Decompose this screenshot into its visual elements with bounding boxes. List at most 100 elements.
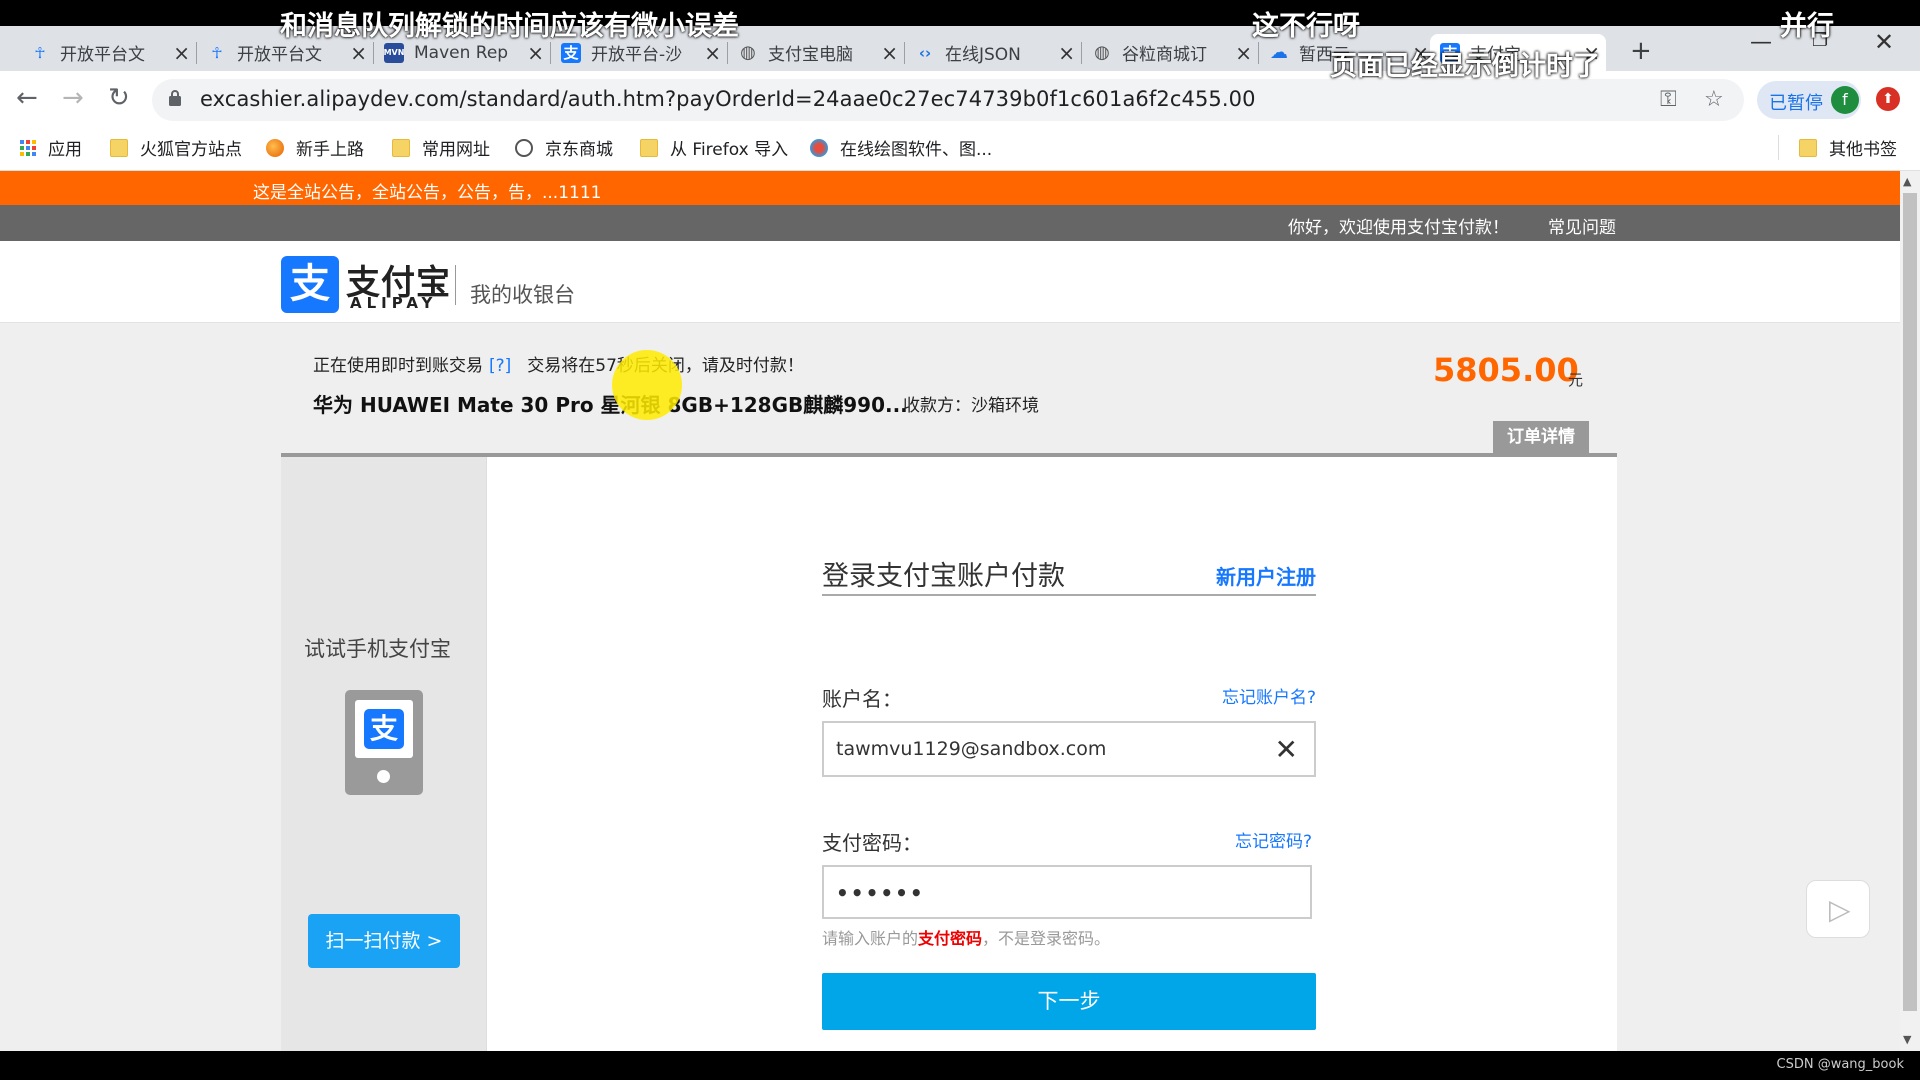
bookmark-item[interactable]: 火狐官方站点 xyxy=(110,135,242,160)
caption: 页面已经显示倒计时了 xyxy=(1330,51,1600,82)
extension-icon[interactable]: ⬆ xyxy=(1876,87,1900,111)
bookmark-other[interactable]: 其他书签 xyxy=(1778,135,1897,160)
bookmark-label: 京东商城 xyxy=(545,140,613,160)
scroll-down-icon[interactable]: ▼ xyxy=(1903,1033,1911,1046)
close-icon[interactable]: × xyxy=(704,41,721,65)
scrollbar-thumb[interactable] xyxy=(1903,193,1917,1011)
browser-tab[interactable]: ◍ 谷粒商城订 × xyxy=(1082,34,1259,71)
order-notice: 正在使用即时到账交易[?]交易将在57秒后关闭，请及时付款！ xyxy=(313,351,804,376)
alipay-icon: 支 xyxy=(364,709,404,749)
bookmark-item[interactable]: 新手上路 xyxy=(266,135,364,160)
bookmark-item[interactable]: 京东商城 xyxy=(515,135,613,160)
clear-icon[interactable]: ✕ xyxy=(1275,733,1298,766)
browser-tab[interactable]: ‹› 在线JSON × xyxy=(905,34,1082,71)
star-icon[interactable]: ☆ xyxy=(1704,87,1724,112)
tab-label: 支付宝电脑 xyxy=(768,45,853,65)
robot-icon: ☥ xyxy=(211,43,223,62)
globe-icon xyxy=(515,138,533,157)
key-icon[interactable]: ⚿ xyxy=(1660,87,1677,112)
product-name: 华为 HUAWEI Mate 30 Pro 星河银 8GB+128GB麒麟990… xyxy=(313,393,908,417)
password-input[interactable] xyxy=(836,867,1256,919)
browser-tab[interactable]: ◍ 支付宝电脑 × xyxy=(728,34,905,71)
announcement-text: 这是全站公告，全站公告，公告，告，...1111 xyxy=(253,183,602,203)
bookmarks-bar: 应用 火狐官方站点 新手上路 常用网址 京东商城 从 Firefox 导入 在线… xyxy=(0,127,1920,171)
minimize-icon[interactable]: — xyxy=(1750,30,1772,55)
mobile-pay-sidebar: 试试手机支付宝 支 扫一扫付款 > xyxy=(281,457,487,1051)
bookmark-apps[interactable]: 应用 xyxy=(20,135,82,160)
folder-icon xyxy=(640,138,658,157)
bookmark-label: 新手上路 xyxy=(296,140,364,160)
scan-pay-button[interactable]: 扫一扫付款 > xyxy=(308,914,460,968)
page-header: 支 支付宝 ALIPAY 我的收银台 xyxy=(0,241,1900,323)
new-tab-icon[interactable]: + xyxy=(1620,32,1662,69)
next-step-button[interactable]: 下一步 xyxy=(822,973,1316,1030)
cloud-icon: ☁ xyxy=(1270,42,1288,63)
close-icon[interactable]: × xyxy=(1058,41,1075,65)
window-close-icon[interactable]: ✕ xyxy=(1874,28,1894,56)
logo-text-en: ALIPAY xyxy=(350,294,438,312)
watermark: CSDN @wang_book xyxy=(1776,1057,1904,1072)
forgot-account-link[interactable]: 忘记账户名? xyxy=(1222,683,1316,708)
close-icon[interactable]: × xyxy=(1235,41,1252,65)
play-icon: ▷ xyxy=(1829,893,1851,926)
code-icon: ‹› xyxy=(918,43,932,62)
tab-label: 开放平台文 xyxy=(60,45,145,65)
alipay-logo-icon: 支 xyxy=(281,256,339,313)
close-icon[interactable]: × xyxy=(881,41,898,65)
tab-label: 谷粒商城订 xyxy=(1122,45,1207,65)
close-icon[interactable]: × xyxy=(350,41,367,65)
help-link[interactable]: [?] xyxy=(489,356,511,376)
back-icon[interactable]: ← xyxy=(16,83,38,113)
avatar: f xyxy=(1831,86,1859,114)
alipay-icon: 支 xyxy=(561,42,581,63)
caption: 并行 xyxy=(1780,11,1834,42)
register-link[interactable]: 新用户注册 xyxy=(1216,561,1316,590)
password-field[interactable] xyxy=(822,865,1312,919)
tab-label: Maven Rep xyxy=(414,42,509,63)
account-label: 账户名： xyxy=(822,687,902,711)
tab-label: 开放平台文 xyxy=(237,45,322,65)
scroll-up-icon[interactable]: ▲ xyxy=(1903,175,1911,188)
bookmark-item[interactable]: 常用网址 xyxy=(392,135,490,160)
payee-text: 收款方：沙箱环境 xyxy=(903,396,1039,416)
phone-icon: 支 xyxy=(345,690,423,795)
forgot-password-link[interactable]: 忘记密码? xyxy=(1235,827,1312,852)
order-amount: 5805.00 xyxy=(1433,351,1579,389)
tab-label: 开放平台-沙 xyxy=(591,45,683,65)
profile-paused-chip[interactable]: 已暂停 f xyxy=(1757,81,1861,119)
browser-tab[interactable]: ☥ 开放平台文 × xyxy=(20,34,197,71)
forward-icon[interactable]: → xyxy=(62,83,84,113)
account-input[interactable] xyxy=(836,723,1256,775)
faq-link[interactable]: 常见问题 xyxy=(1548,213,1616,238)
address-bar[interactable]: excashier.alipaydev.com/standard/auth.ht… xyxy=(152,79,1744,121)
password-label: 支付密码： xyxy=(822,831,922,855)
paused-label: 已暂停 xyxy=(1769,93,1823,114)
page-scrollbar[interactable]: ▲ ▼ xyxy=(1900,171,1920,1051)
close-icon[interactable]: × xyxy=(173,41,190,65)
try-mobile-text: 试试手机支付宝 xyxy=(304,637,451,661)
bookmark-item[interactable]: 从 Firefox 导入 xyxy=(640,135,788,160)
close-icon[interactable]: × xyxy=(527,41,544,65)
globe-icon: ◍ xyxy=(1094,42,1110,63)
welcome-text: 你好，欢迎使用支付宝付款！ xyxy=(1288,218,1509,238)
bookmark-label: 其他书签 xyxy=(1829,140,1897,160)
bookmark-item[interactable]: 在线绘图软件、图... xyxy=(810,135,992,160)
password-hint: 请输入账户的支付密码，不是登录密码。 xyxy=(822,929,1111,948)
currency-unit: 元 xyxy=(1568,371,1584,389)
payment-panel: 试试手机支付宝 支 扫一扫付款 > 登录支付宝账户付款 新用户注册 账户名： 忘… xyxy=(281,457,1617,1051)
top-nav: 你好，欢迎使用支付宝付款！ 常见问题 xyxy=(0,205,1900,241)
url-text: excashier.alipaydev.com/standard/auth.ht… xyxy=(200,87,1256,111)
mvn-icon: MVN xyxy=(384,42,404,63)
order-detail-tab[interactable]: 订单详情 xyxy=(1493,421,1589,453)
page-title: 我的收银台 xyxy=(470,283,575,307)
hint-highlight: 支付密码 xyxy=(918,929,983,948)
floating-video-widget[interactable]: ▷ xyxy=(1806,880,1870,938)
browser-toolbar: ← → ↻ excashier.alipaydev.com/standard/a… xyxy=(0,71,1920,127)
tab-label: 在线JSON xyxy=(945,45,1021,65)
account-field[interactable]: ✕ xyxy=(822,721,1316,777)
apps-icon xyxy=(20,139,36,156)
reload-icon[interactable]: ↻ xyxy=(108,83,130,113)
globe-icon: ◍ xyxy=(740,42,756,63)
firefox-icon xyxy=(266,138,284,157)
login-title: 登录支付宝账户付款 xyxy=(822,561,1065,592)
